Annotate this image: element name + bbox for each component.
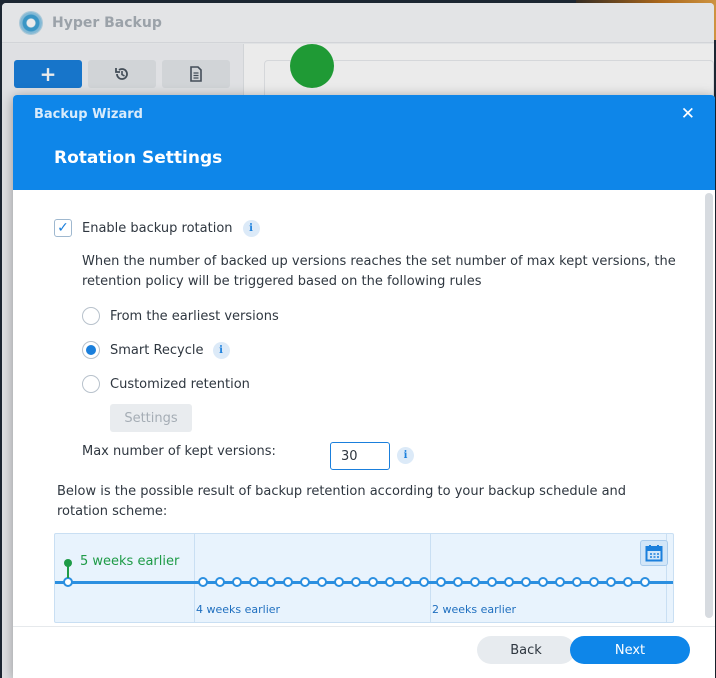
content-scrollbar[interactable] bbox=[705, 193, 713, 618]
policy-customized-label: Customized retention bbox=[110, 376, 250, 392]
calendar-icon bbox=[645, 545, 663, 562]
timeline-version-dot bbox=[436, 577, 446, 587]
step-title: Rotation Settings bbox=[54, 148, 223, 168]
timeline-version-dot bbox=[368, 577, 378, 587]
timeline-label-2-weeks: 2 weeks earlier bbox=[432, 603, 517, 616]
timeline-version-dot bbox=[538, 577, 548, 587]
policy-customized-row[interactable]: Customized retention bbox=[82, 375, 250, 393]
timeline-segment-divider bbox=[194, 534, 195, 622]
timeline-version-dot bbox=[63, 577, 73, 587]
timeline-version-dot bbox=[572, 577, 582, 587]
policy-smart-recycle-radio[interactable] bbox=[82, 341, 100, 359]
timeline-version-dot bbox=[470, 577, 480, 587]
timeline-version-dot bbox=[555, 577, 565, 587]
policy-smart-recycle-row[interactable]: Smart Recycle i bbox=[82, 341, 230, 359]
smart-recycle-info-icon[interactable]: i bbox=[212, 341, 230, 359]
timeline-version-dot bbox=[334, 577, 344, 587]
policy-smart-recycle-label: Smart Recycle bbox=[110, 342, 204, 358]
policy-earliest-row[interactable]: From the earliest versions bbox=[82, 307, 279, 325]
wizard-content: ✓ Enable backup rotation i When the numb… bbox=[13, 190, 715, 678]
timeline-version-dot bbox=[504, 577, 514, 587]
wizard-header: Backup Wizard ✕ Rotation Settings bbox=[13, 95, 715, 190]
timeline-version-dot bbox=[419, 577, 429, 587]
timeline-version-dot bbox=[232, 577, 242, 587]
max-versions-label: Max number of kept versions: bbox=[82, 444, 276, 459]
timeline-version-dot bbox=[453, 577, 463, 587]
timeline-version-dot bbox=[623, 577, 633, 587]
timeline-version-dot bbox=[317, 577, 327, 587]
max-versions-row: Max number of kept versions: bbox=[82, 444, 276, 459]
retention-timeline: 5 weeks earlier 4 weeks earlier 2 weeks … bbox=[54, 533, 674, 623]
back-button[interactable]: Back bbox=[477, 636, 575, 664]
timeline-earliest-label: 5 weeks earlier bbox=[80, 554, 180, 569]
max-versions-info-icon[interactable]: i bbox=[397, 447, 414, 464]
timeline-version-dot bbox=[266, 577, 276, 587]
max-versions-input[interactable]: 30 bbox=[330, 442, 390, 470]
wizard-title: Backup Wizard bbox=[34, 107, 143, 122]
timeline-version-dot bbox=[351, 577, 361, 587]
enable-rotation-checkbox[interactable]: ✓ bbox=[54, 219, 72, 237]
timeline-label-4-weeks: 4 weeks earlier bbox=[196, 603, 281, 616]
enable-rotation-label: Enable backup rotation bbox=[82, 220, 233, 236]
timeline-version-dot bbox=[215, 577, 225, 587]
timeline-version-dot bbox=[589, 577, 599, 587]
timeline-segment-divider bbox=[430, 534, 431, 622]
earliest-version-marker-stem bbox=[67, 564, 69, 578]
timeline-version-dot bbox=[606, 577, 616, 587]
enable-rotation-row: ✓ Enable backup rotation i bbox=[54, 219, 260, 237]
next-button[interactable]: Next bbox=[570, 636, 690, 664]
rotation-description: When the number of backed up versions re… bbox=[82, 254, 676, 289]
calendar-button[interactable] bbox=[640, 540, 668, 566]
timeline-version-dot bbox=[402, 577, 412, 587]
retention-result-text: Below is the possible result of backup r… bbox=[57, 484, 627, 519]
timeline-version-dot bbox=[300, 577, 310, 587]
timeline-version-dot bbox=[487, 577, 497, 587]
settings-button[interactable]: Settings bbox=[110, 404, 192, 432]
rotation-info-icon[interactable]: i bbox=[242, 219, 260, 237]
timeline-version-dot bbox=[640, 577, 650, 587]
timeline-version-dot bbox=[283, 577, 293, 587]
wizard-footer: Back Next bbox=[13, 626, 715, 678]
backup-wizard-dialog: Backup Wizard ✕ Rotation Settings ✓ Enab… bbox=[13, 95, 715, 678]
timeline-version-dot bbox=[249, 577, 259, 587]
policy-earliest-label: From the earliest versions bbox=[110, 308, 279, 324]
policy-earliest-radio[interactable] bbox=[82, 307, 100, 325]
timeline-version-dot bbox=[521, 577, 531, 587]
close-button[interactable]: ✕ bbox=[681, 104, 695, 124]
timeline-version-dot bbox=[385, 577, 395, 587]
policy-customized-radio[interactable] bbox=[82, 375, 100, 393]
timeline-version-dot bbox=[198, 577, 208, 587]
